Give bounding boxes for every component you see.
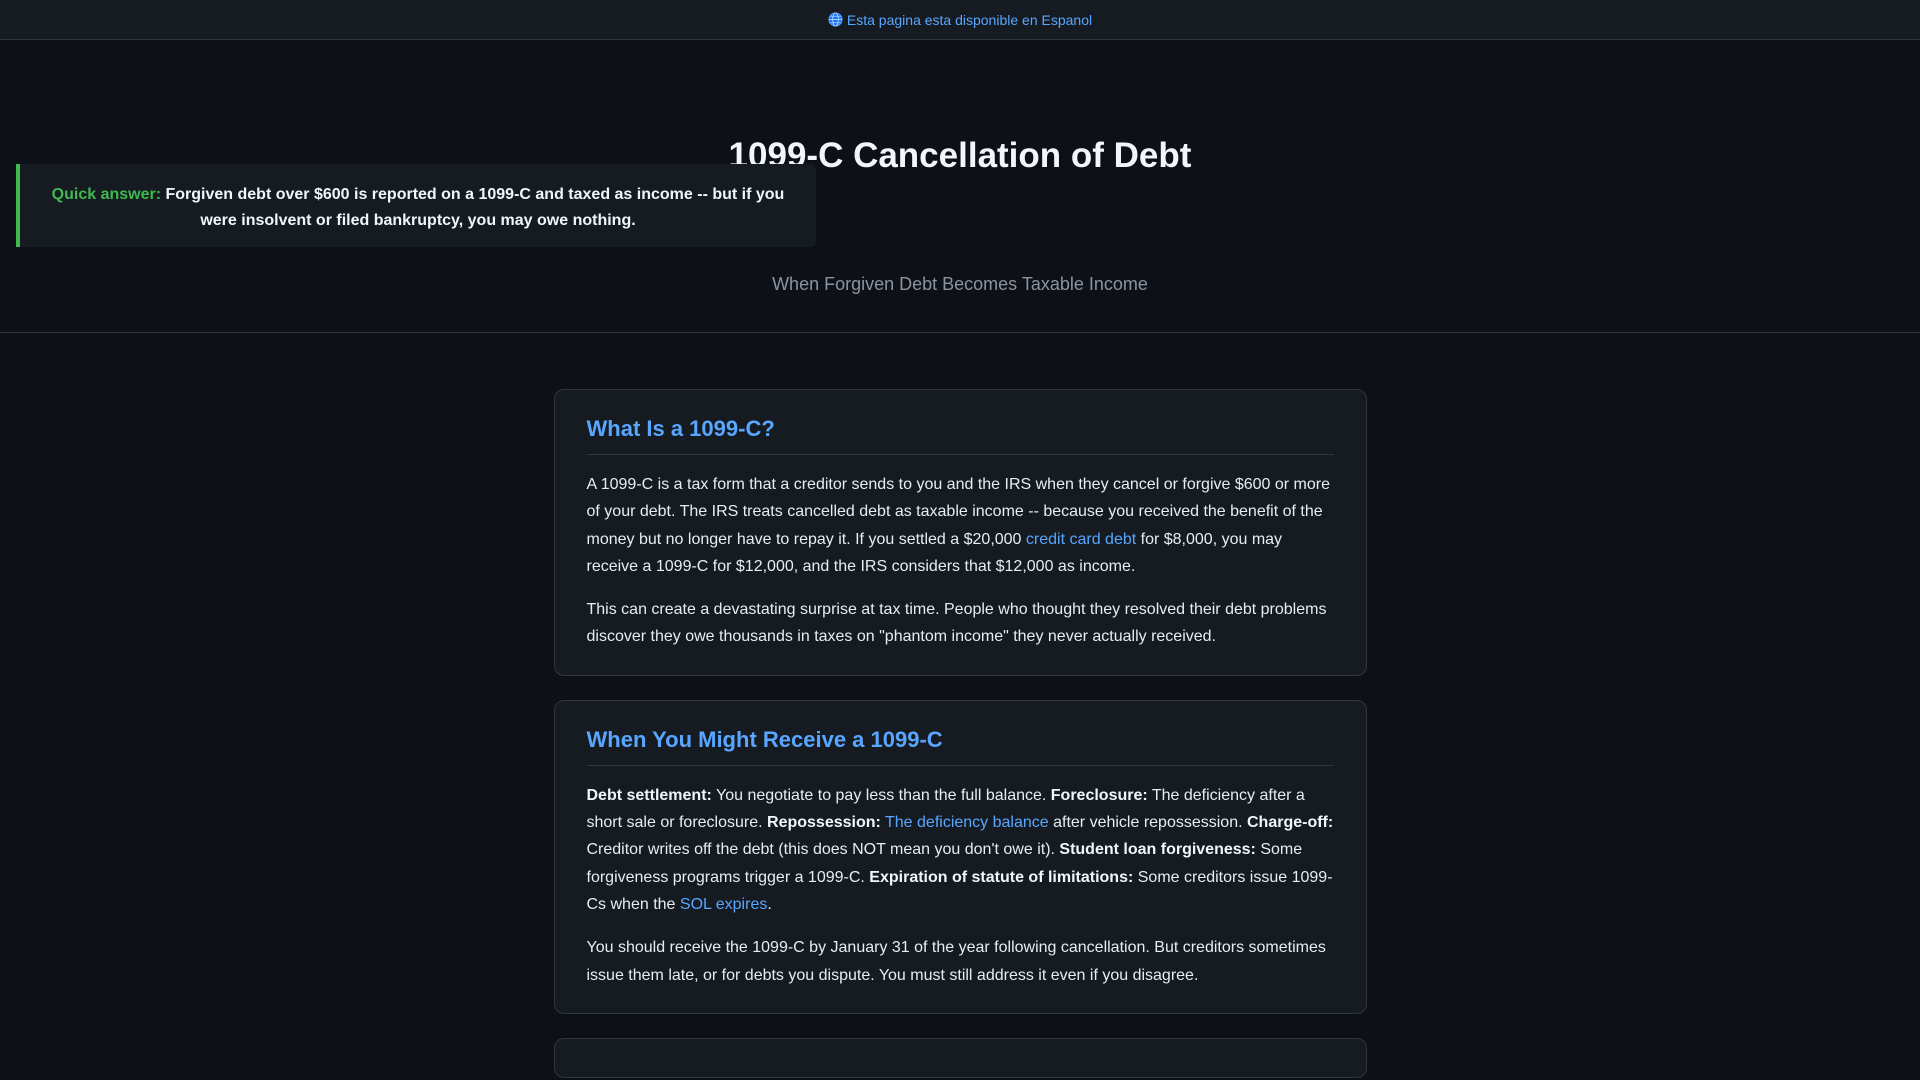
section-next-card <box>553 1037 1367 1078</box>
quick-answer-text: Forgiven debt over $600 is reported on a… <box>165 186 785 229</box>
language-link-text: Esta pagina esta disponible en Espanol <box>846 11 1093 28</box>
term-label: Debt settlement: <box>586 786 712 804</box>
term-text: . <box>767 895 772 913</box>
term-label: Expiration of statute of limitations: <box>869 868 1134 886</box>
section-what-is-1099c: What Is a 1099-C? A 1099-C is a tax form… <box>553 389 1367 676</box>
page-subtitle: When Forgiven Debt Becomes Taxable Incom… <box>772 274 1148 294</box>
section-when-receive-1099c: When You Might Receive a 1099-C Debt set… <box>553 699 1367 1014</box>
section-heading: When You Might Receive a 1099-C <box>586 727 1334 766</box>
term-label: Student loan forgiveness: <box>1059 841 1256 859</box>
page-header: 1099-C Cancellation of Debt Quick answer… <box>0 40 1920 333</box>
section-paragraph: A 1099-C is a tax form that a creditor s… <box>587 471 1334 580</box>
section-paragraph: You should receive the 1099-C by January… <box>586 939 1326 984</box>
term-label: Repossession: <box>767 814 881 832</box>
sol-expires-link[interactable]: SOL expires <box>680 896 767 913</box>
credit-card-debt-link[interactable]: credit card debt <box>1026 531 1136 548</box>
term-text: You negotiate to pay less than the full … <box>711 786 1051 804</box>
term-label: Foreclosure: <box>1050 786 1148 804</box>
section-paragraph: This can create a devastating surprise a… <box>586 601 1327 646</box>
language-bar: Esta pagina esta disponible en Espanol <box>0 0 1920 40</box>
main-content: What Is a 1099-C? A 1099-C is a tax form… <box>553 389 1367 1078</box>
term-text: after vehicle repossession. <box>1048 814 1247 832</box>
section-paragraph: Debt settlement: You negotiate to pay le… <box>587 782 1334 918</box>
spanish-language-link[interactable]: Esta pagina esta disponible en Espanol <box>828 12 1092 28</box>
section-heading: What Is a 1099-C? <box>586 416 1334 455</box>
term-label: Charge-off: <box>1246 814 1334 832</box>
quick-answer-box: Quick answer: Forgiven debt over $600 is… <box>16 164 816 247</box>
deficiency-balance-link[interactable]: The deficiency balance <box>885 814 1049 831</box>
quick-answer-label: Quick answer: <box>51 186 162 203</box>
term-text: Creditor writes off the debt (this does … <box>586 841 1060 859</box>
globe-icon <box>828 12 843 27</box>
